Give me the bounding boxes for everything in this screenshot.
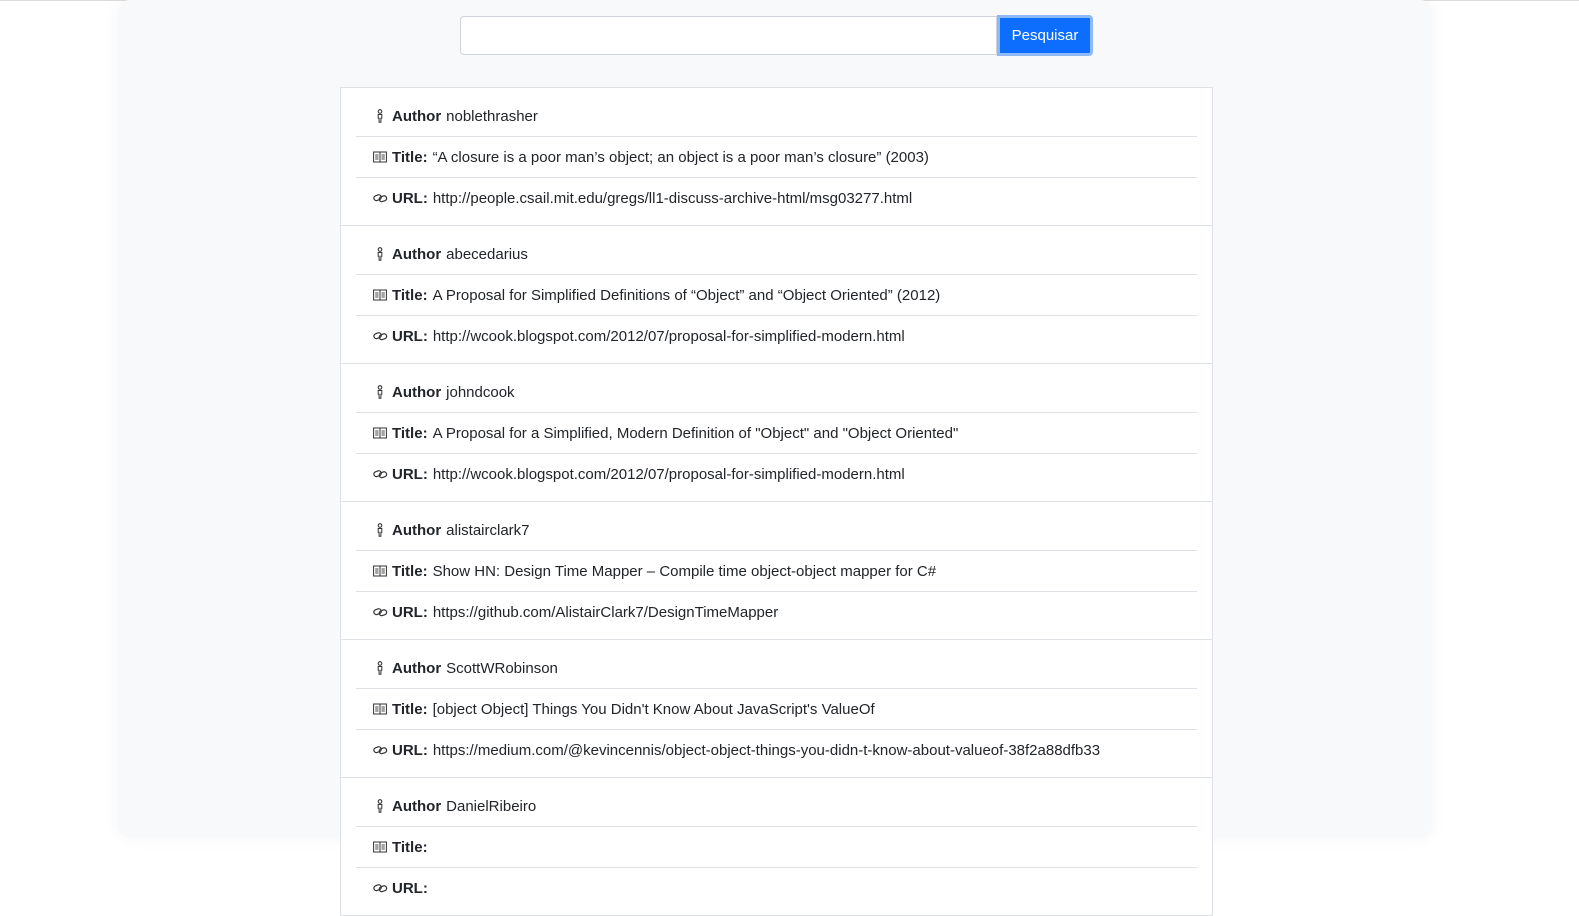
title-value: [object Object] Things You Didn't Know A… — [432, 700, 875, 718]
person-icon — [372, 660, 388, 676]
title-row: Title: A Proposal for a Simplified, Mode… — [356, 413, 1197, 454]
url-row: URL: — [356, 868, 1197, 908]
title-label: Title: — [392, 148, 428, 166]
person-icon — [372, 246, 388, 262]
book-icon — [372, 287, 388, 303]
url-label: URL: — [392, 189, 428, 207]
person-icon — [372, 108, 388, 124]
url-row: URL: https://github.com/AlistairClark7/D… — [356, 592, 1197, 632]
main-container: Pesquisar Author noblethrasher Title: “A… — [118, 0, 1432, 916]
author-value: abecedarius — [446, 245, 528, 263]
author-row: Author abecedarius — [356, 234, 1197, 275]
title-label: Title: — [392, 700, 428, 718]
title-value: A Proposal for a Simplified, Modern Defi… — [432, 424, 959, 442]
url-link[interactable]: http://wcook.blogspot.com/2012/07/propos… — [433, 466, 905, 483]
title-label: Title: — [392, 838, 428, 856]
person-icon — [372, 384, 388, 400]
author-value: DanielRibeiro — [446, 797, 537, 815]
url-label: URL: — [392, 327, 428, 345]
author-label: Author — [392, 797, 442, 815]
link-icon — [372, 466, 388, 482]
url-row: URL: http://people.csail.mit.edu/gregs/l… — [356, 178, 1197, 218]
results-list: Author noblethrasher Title: “A closure i… — [340, 87, 1213, 916]
url-label: URL: — [392, 879, 428, 897]
author-value: johndcook — [446, 383, 515, 401]
url-label: URL: — [392, 603, 428, 621]
link-icon — [372, 604, 388, 620]
author-row: Author johndcook — [356, 372, 1197, 413]
link-icon — [372, 328, 388, 344]
author-value: alistairclark7 — [446, 521, 530, 539]
result-card: Author abecedarius Title: A Proposal for… — [341, 226, 1212, 364]
url-row: URL: https://medium.com/@kevincennis/obj… — [356, 730, 1197, 770]
result-card: Author DanielRibeiro Title: URL: — [341, 778, 1212, 916]
person-icon — [372, 522, 388, 538]
author-row: Author ScottWRobinson — [356, 648, 1197, 689]
url-link[interactable]: https://medium.com/@kevincennis/object-o… — [433, 742, 1100, 759]
author-label: Author — [392, 521, 442, 539]
url-link[interactable]: http://wcook.blogspot.com/2012/07/propos… — [433, 328, 905, 345]
author-label: Author — [392, 659, 442, 677]
author-value: ScottWRobinson — [446, 659, 558, 677]
url-label: URL: — [392, 741, 428, 759]
author-row: Author noblethrasher — [356, 96, 1197, 137]
book-icon — [372, 563, 388, 579]
author-value: noblethrasher — [446, 107, 538, 125]
book-icon — [372, 425, 388, 441]
url-row: URL: http://wcook.blogspot.com/2012/07/p… — [356, 454, 1197, 494]
title-value: “A closure is a poor man’s object; an ob… — [432, 148, 929, 166]
title-label: Title: — [392, 424, 428, 442]
result-card: Author johndcook Title: A Proposal for a… — [341, 364, 1212, 502]
search-input[interactable] — [460, 16, 997, 55]
book-icon — [372, 701, 388, 717]
result-card: Author alistairclark7 Title: Show HN: De… — [341, 502, 1212, 640]
url-row: URL: http://wcook.blogspot.com/2012/07/p… — [356, 316, 1197, 356]
url-label: URL: — [392, 465, 428, 483]
title-value: Show HN: Design Time Mapper – Compile ti… — [432, 562, 937, 580]
author-row: Author alistairclark7 — [356, 510, 1197, 551]
result-card: Author ScottWRobinson Title: [object Obj… — [341, 640, 1212, 778]
search-button[interactable]: Pesquisar — [997, 15, 1093, 56]
link-icon — [372, 742, 388, 758]
title-value: A Proposal for Simplified Definitions of… — [432, 286, 941, 304]
person-icon — [372, 798, 388, 814]
link-icon — [372, 190, 388, 206]
url-link[interactable]: https://github.com/AlistairClark7/Design… — [433, 604, 778, 621]
title-row: Title: — [356, 827, 1197, 868]
book-icon — [372, 839, 388, 855]
result-card: Author noblethrasher Title: “A closure i… — [341, 88, 1212, 226]
author-row: Author DanielRibeiro — [356, 786, 1197, 827]
title-label: Title: — [392, 286, 428, 304]
author-label: Author — [392, 107, 442, 125]
title-row: Title: “A closure is a poor man’s object… — [356, 137, 1197, 178]
book-icon — [372, 149, 388, 165]
link-icon — [372, 880, 388, 896]
title-row: Title: A Proposal for Simplified Definit… — [356, 275, 1197, 316]
author-label: Author — [392, 383, 442, 401]
title-label: Title: — [392, 562, 428, 580]
title-row: Title: Show HN: Design Time Mapper – Com… — [356, 551, 1197, 592]
title-row: Title: [object Object] Things You Didn't… — [356, 689, 1197, 730]
author-label: Author — [392, 245, 442, 263]
url-link[interactable]: http://people.csail.mit.edu/gregs/ll1-di… — [433, 190, 912, 207]
search-bar: Pesquisar — [460, 15, 1093, 56]
